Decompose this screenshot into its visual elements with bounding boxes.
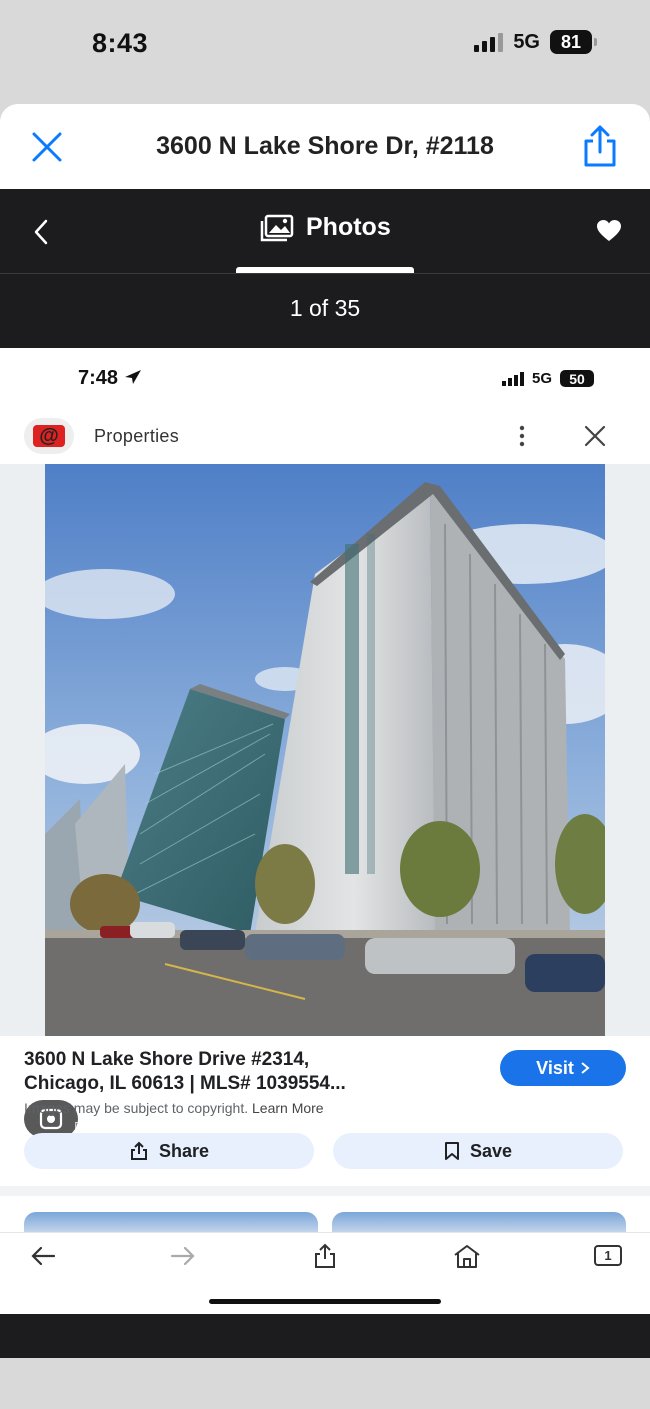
heart-icon[interactable]: [596, 219, 622, 243]
listing-photo: 7:48 5G 50 @ Properties Positive Image 3…: [0, 348, 650, 1314]
photos-navbar: Photos: [0, 189, 650, 273]
photos-tab[interactable]: Photos: [260, 213, 391, 242]
close-icon: [584, 425, 606, 447]
arrow-left-icon: [31, 1246, 56, 1266]
battery-icon: 81: [550, 30, 597, 54]
signal-icon: [474, 32, 504, 52]
photos-title: Photos: [306, 213, 391, 241]
section-divider: [0, 1186, 650, 1196]
page-title: 3600 N Lake Shore Dr, #2118: [156, 132, 494, 160]
sheet-header: 3600 N Lake Shore Dr, #2118: [0, 104, 650, 189]
brand-logo: @: [24, 418, 74, 454]
building-photo: [45, 464, 605, 1036]
brand-name: Properties: [94, 426, 180, 446]
bottom-dark-bar: [0, 1314, 650, 1358]
copyright-notice: Images may be subject to copyright. Lear…: [24, 1100, 324, 1116]
share-icon: [315, 1243, 335, 1268]
inner-status-indicators: 5G 50: [501, 370, 594, 387]
photo-counter-bar: 1 of 35: [0, 273, 650, 348]
result-title: 3600 N Lake Shore Drive #2314, Chicago, …: [24, 1049, 346, 1094]
tab-count: 1: [604, 1248, 612, 1263]
share-icon: [130, 1141, 147, 1160]
tabs-icon: 1: [593, 1243, 623, 1269]
inner-status-bar: 7:48 5G 50: [0, 348, 650, 408]
more-vertical-icon: [519, 425, 525, 447]
bookmark-icon: [444, 1142, 459, 1160]
share-icon[interactable]: [580, 124, 620, 168]
status-indicators: 5G 81: [474, 30, 597, 54]
inner-network-type: 5G: [531, 370, 552, 387]
bottom-area: [0, 1358, 650, 1409]
lens-header: @ Properties: [0, 408, 650, 464]
inner-signal-icon: [501, 371, 524, 386]
home-icon: [454, 1245, 480, 1268]
location-arrow-icon: [124, 370, 141, 384]
visit-button: Visit: [500, 1050, 626, 1086]
inner-status-time: 7:48: [78, 367, 142, 390]
status-time: 8:43: [92, 28, 149, 58]
learn-more-link: Learn More: [252, 1100, 324, 1116]
network-type: 5G: [513, 30, 540, 53]
inner-battery-icon: 50: [560, 370, 594, 387]
building-photo-frame: Positive Image: [0, 464, 650, 1138]
photo-counter: 1 of 35: [289, 295, 361, 321]
arrow-right-icon: [170, 1246, 195, 1266]
photo-watermark: Positive Image: [74, 1119, 160, 1134]
chevron-left-icon[interactable]: [28, 217, 54, 247]
inner-home-indicator: [209, 1299, 441, 1304]
photos-icon: [260, 214, 294, 241]
share-pill-button: Share: [24, 1133, 314, 1169]
status-bar: 8:43 5G 81: [0, 0, 650, 104]
save-pill-button: Save: [333, 1133, 623, 1169]
chevron-right-icon: [581, 1062, 590, 1074]
